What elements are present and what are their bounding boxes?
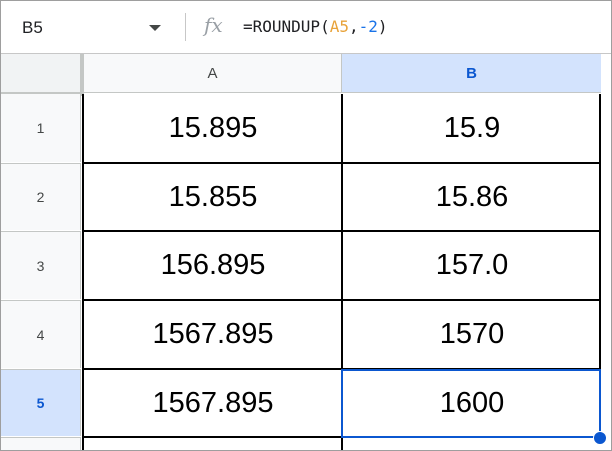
cell-a5[interactable]: 1567.895 <box>84 370 342 436</box>
row-header-1[interactable]: 1 <box>1 94 81 162</box>
spreadsheet-window: B5 fx =ROUNDUP(A5,-2) A B 1 2 3 4 5 15.8… <box>0 0 612 451</box>
cell-a4[interactable]: 1567.895 <box>84 301 342 368</box>
select-all-corner[interactable] <box>1 54 84 96</box>
row-header-6[interactable] <box>1 438 81 450</box>
row-header-4[interactable]: 4 <box>1 301 81 368</box>
fx-icon: fx <box>204 13 223 37</box>
formula-number-argument: -2 <box>358 17 378 36</box>
row-header-separator <box>1 300 81 301</box>
cell-b2[interactable]: 15.86 <box>344 164 600 230</box>
cell-b3[interactable]: 157.0 <box>344 232 600 299</box>
cell-b4[interactable]: 1570 <box>344 301 600 368</box>
row-header-5[interactable]: 5 <box>1 370 81 436</box>
cell-border <box>82 299 601 301</box>
formula-separator: , <box>348 17 359 36</box>
fill-handle[interactable] <box>593 431 607 445</box>
formula-close-paren: ) <box>377 17 388 36</box>
cell-border <box>82 230 601 232</box>
formula-bar-divider <box>185 13 186 41</box>
row-header-separator <box>1 437 81 438</box>
row-header-separator <box>1 163 81 164</box>
name-box-value: B5 <box>22 18 43 37</box>
formula-cell-reference: A5 <box>329 17 349 36</box>
row-header-3[interactable]: 3 <box>1 232 81 299</box>
cell-b1[interactable]: 15.9 <box>344 94 600 162</box>
cell-border <box>82 162 601 164</box>
chevron-down-icon[interactable] <box>149 25 161 31</box>
column-header-a[interactable]: A <box>84 54 342 93</box>
name-box[interactable]: B5 <box>1 9 181 45</box>
formula-bar: B5 fx =ROUNDUP(A5,-2) <box>1 1 611 54</box>
cell-border <box>82 94 84 450</box>
column-header-b[interactable]: B <box>342 54 601 93</box>
row-header-2[interactable]: 2 <box>1 164 81 230</box>
cell-a2[interactable]: 15.855 <box>84 164 342 230</box>
cell-a3[interactable]: 156.895 <box>84 232 342 299</box>
formula-function: =ROUNDUP( <box>243 17 330 36</box>
cell-a1[interactable]: 15.895 <box>84 94 342 162</box>
row-header-separator <box>1 231 81 232</box>
row-header-separator <box>1 369 81 370</box>
cell-selection-outline <box>341 369 601 438</box>
formula-input[interactable]: =ROUNDUP(A5,-2) <box>243 17 388 36</box>
